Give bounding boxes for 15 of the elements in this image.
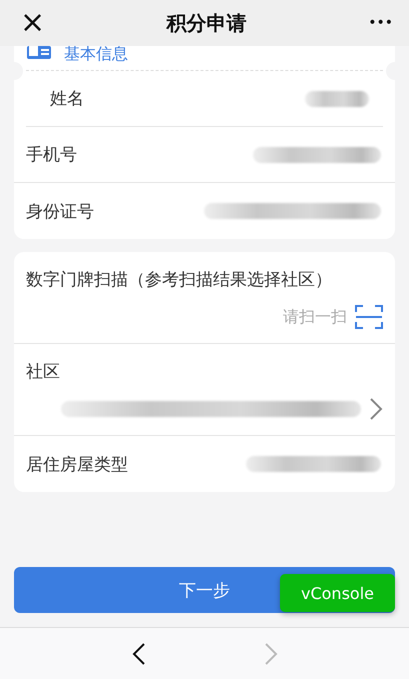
page-title: 积分申请	[166, 10, 247, 36]
field-label: 数字门牌扫描（参考扫描结果选择社区）	[26, 269, 333, 291]
section-title: 基本信息	[64, 46, 128, 62]
vconsole-overlay[interactable]: vConsole	[280, 574, 395, 612]
field-label: 身份证号	[26, 200, 94, 222]
field-label: 社区	[26, 361, 61, 383]
more-button[interactable]: •••	[368, 16, 393, 30]
field-label: 居住房屋类型	[26, 454, 128, 476]
scan-link[interactable]: 请扫一扫	[283, 306, 347, 328]
scan-icon[interactable]	[355, 305, 383, 329]
field-label: 姓名	[50, 88, 84, 110]
redacted-value	[305, 90, 369, 106]
close-button[interactable]: ×	[20, 8, 46, 38]
field-label: 手机号	[26, 144, 77, 166]
chevron-right-icon[interactable]	[369, 397, 383, 421]
